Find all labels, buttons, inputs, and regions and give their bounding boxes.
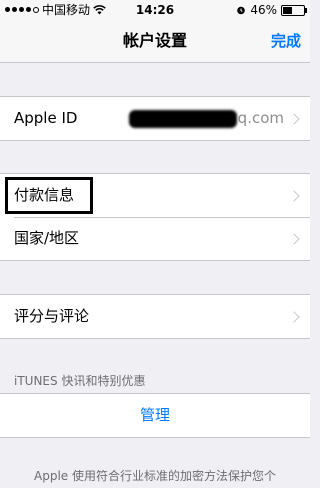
payment-info-row[interactable]: 付款信息 [0,174,310,217]
ratings-reviews-row[interactable]: 评分与评论 [0,295,310,338]
chevron-right-icon [288,232,300,245]
apple-id-group: Apple ID q.com [0,96,310,141]
done-button[interactable]: 完成 [271,20,301,62]
apple-id-row[interactable]: Apple ID q.com [0,97,310,140]
apple-id-label: Apple ID [14,109,78,127]
highlight-box [5,177,93,214]
ratings-group: 评分与评论 [0,294,310,339]
status-bar: 中国移动 14:26 46% [0,0,310,20]
navigation-bar: 帐户设置 完成 [0,20,310,63]
ratings-reviews-label: 评分与评论 [14,307,90,325]
battery-level-fill [283,6,293,14]
battery-icon [281,4,307,16]
chevron-right-icon [288,189,300,202]
footer-note: Apple 使用符合行业标准的加密方法保护您个 [34,469,276,483]
payment-country-group: 付款信息 国家/地区 [0,173,310,261]
country-region-row[interactable]: 国家/地区 [0,217,310,260]
redacted-email [128,109,237,128]
battery-percent: 46% [250,3,277,17]
itunes-section-header: iTUNES 快讯和特别优惠 [14,374,146,388]
chevron-right-icon [288,112,300,125]
manage-button[interactable]: 管理 [0,394,310,437]
country-region-label: 国家/地区 [14,229,80,247]
apple-id-suffix: q.com [237,109,284,127]
alarm-clock-icon [237,6,246,15]
itunes-group: 管理 [0,393,310,438]
chevron-right-icon [288,310,300,323]
status-right: 46% [236,0,307,20]
apple-id-value: q.com [128,97,284,140]
page-title: 帐户设置 [122,31,187,50]
